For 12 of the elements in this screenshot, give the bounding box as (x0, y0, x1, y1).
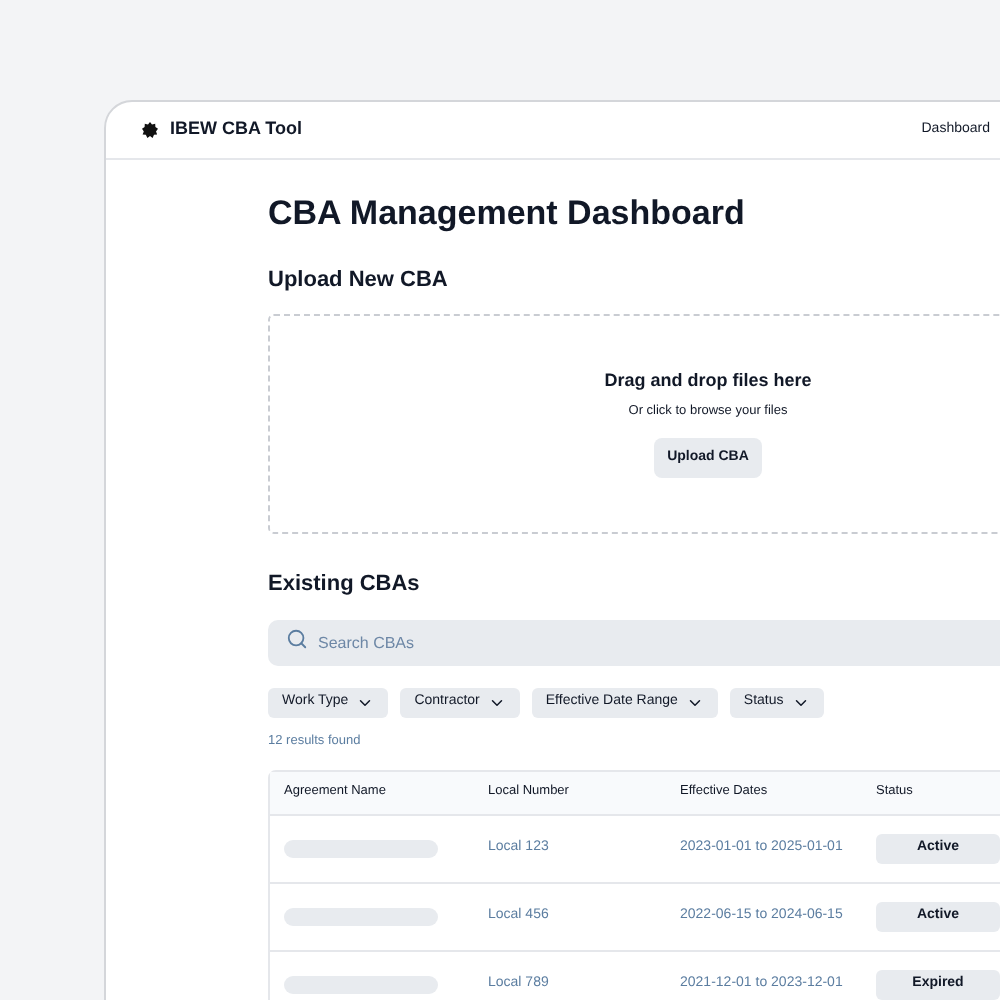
gear-icon (142, 122, 158, 138)
chevron-icon (487, 694, 506, 712)
search-icon (286, 628, 308, 650)
section-heading: Upload New CBA (268, 266, 450, 296)
app-title: IBEW CBA Tool (170, 116, 302, 143)
chevron-icon (791, 694, 810, 712)
chevron-icon (356, 694, 375, 712)
search-field[interactable]: Search CBAs (268, 620, 1000, 666)
drop-title: Drag and drop files here (604, 367, 812, 394)
section-heading: Existing CBAs (268, 569, 422, 599)
page-title: CBA Management Dashboard (268, 192, 747, 236)
chevron-icon (685, 694, 704, 712)
